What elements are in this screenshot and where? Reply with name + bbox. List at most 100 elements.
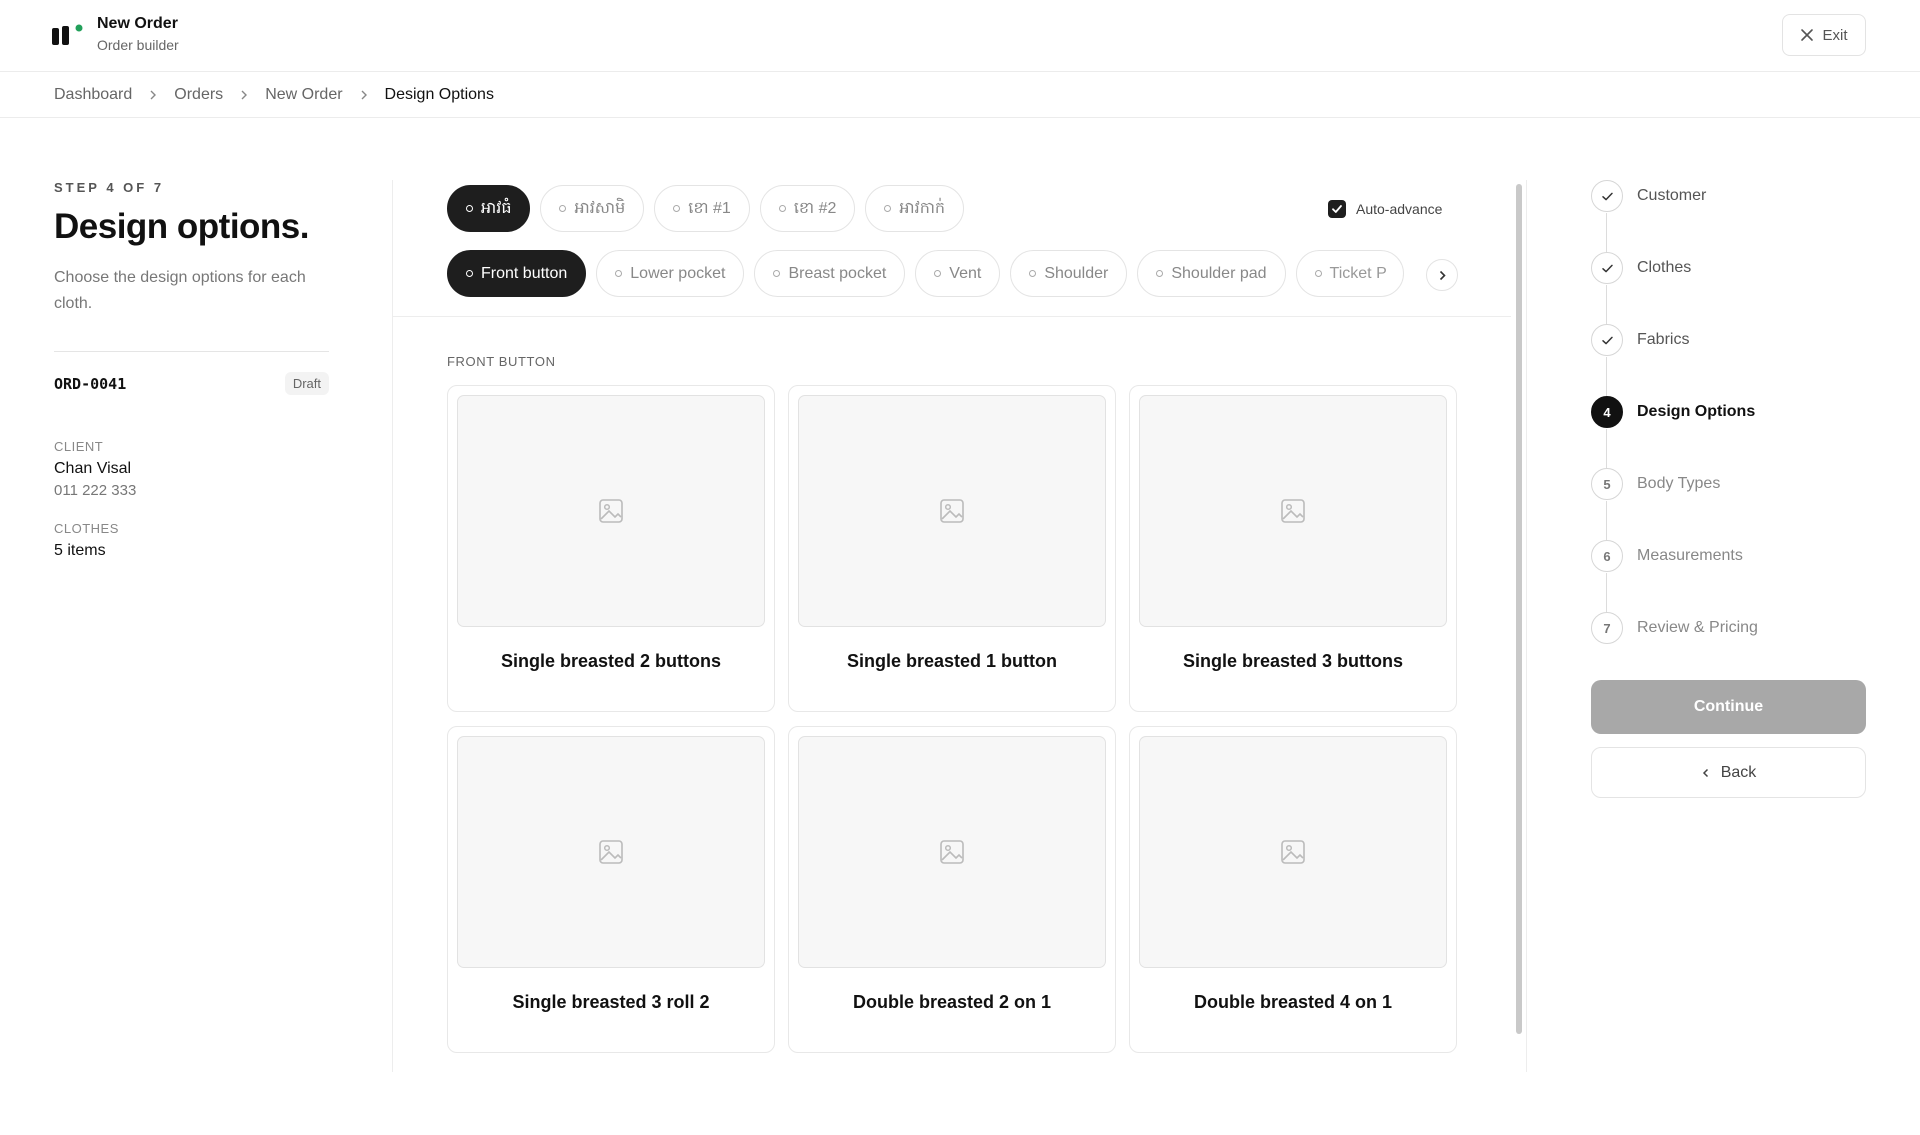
- cloth-tab[interactable]: អាវធំ: [447, 185, 531, 232]
- image-icon: [599, 499, 623, 523]
- step-connector: [1606, 357, 1607, 396]
- exit-button[interactable]: Exit: [1782, 14, 1866, 56]
- cloth-tab-label: អាវសាមិ: [574, 199, 626, 217]
- image-icon: [599, 840, 623, 864]
- auto-advance-toggle[interactable]: Auto-advance: [1328, 200, 1442, 218]
- back-label: Back: [1720, 763, 1757, 781]
- image-icon: [940, 840, 964, 864]
- option-tab-shoulder-pad[interactable]: Shoulder pad: [1137, 250, 1286, 297]
- auto-advance-label: Auto-advance: [1356, 201, 1443, 217]
- check-icon: [1591, 252, 1623, 284]
- option-label: Single breasted 2 buttons: [500, 651, 722, 671]
- step-fabrics[interactable]: Fabrics: [1591, 324, 1758, 396]
- checkbox-checked-icon[interactable]: [1328, 200, 1346, 218]
- radio-dot-icon: [673, 205, 681, 212]
- client-name: Chan Visal: [54, 460, 132, 477]
- breadcrumb-new-order[interactable]: New Order: [265, 86, 342, 104]
- cloth-tab-label: អាវកាក់: [899, 199, 946, 217]
- scrollbar-thumb[interactable]: [1516, 184, 1522, 1034]
- radio-dot-icon: [466, 205, 473, 212]
- panel-divider: [1526, 180, 1527, 1072]
- radio-dot-icon: [615, 270, 623, 277]
- option-card[interactable]: Single breasted 1 button: [788, 385, 1116, 712]
- chevron-left-icon: [1702, 768, 1708, 777]
- cloth-tab[interactable]: អាវកាក់: [865, 185, 965, 232]
- option-tab-shoulder[interactable]: Shoulder: [1010, 250, 1128, 297]
- design-option-grid: Single breasted 2 buttons Single breaste…: [447, 385, 1457, 1053]
- step-label: Customer: [1637, 187, 1707, 204]
- scroll-tabs-right-button[interactable]: [1426, 259, 1458, 291]
- step-number: 5: [1591, 468, 1623, 500]
- section-title: FRONT BUTTON: [447, 354, 556, 369]
- divider: [393, 316, 1511, 317]
- option-card[interactable]: Double breasted 2 on 1: [788, 726, 1116, 1053]
- step-design-options[interactable]: 4 Design Options: [1591, 396, 1758, 468]
- step-customer[interactable]: Customer: [1591, 180, 1758, 252]
- radio-dot-icon: [1314, 270, 1322, 277]
- cloth-tab[interactable]: ខោ #2: [759, 185, 856, 232]
- page-description: Choose the design options for each cloth…: [54, 269, 306, 312]
- option-card[interactable]: Double breasted 4 on 1: [1129, 726, 1457, 1053]
- breadcrumb-orders[interactable]: Orders: [174, 86, 223, 104]
- order-row: ORD-0041 Draft: [54, 372, 329, 395]
- step-label: Clothes: [1637, 259, 1692, 276]
- option-tab-label: Shoulder: [1044, 264, 1109, 282]
- order-id: ORD-0041: [54, 374, 127, 393]
- option-tab-label: Ticket P: [1329, 264, 1387, 282]
- option-tab-breast-pocket[interactable]: Breast pocket: [754, 250, 906, 297]
- option-tab-front-button[interactable]: Front button: [447, 250, 587, 297]
- radio-dot-icon: [559, 205, 567, 212]
- close-icon: [1801, 29, 1814, 41]
- option-label: Double breasted 4 on 1: [1193, 992, 1393, 1012]
- option-label: Double breasted 2 on 1: [852, 992, 1052, 1012]
- breadcrumb-dashboard[interactable]: Dashboard: [54, 86, 132, 104]
- option-label: Single breasted 3 buttons: [1182, 651, 1404, 671]
- step-body-types[interactable]: 5 Body Types: [1591, 468, 1758, 540]
- back-button[interactable]: Back: [1591, 747, 1866, 798]
- step-label: Design Options: [1637, 403, 1756, 420]
- image-icon: [1281, 499, 1305, 523]
- option-tab-label: Lower pocket: [630, 264, 726, 282]
- panel-divider: [392, 180, 393, 1072]
- step-label: Body Types: [1637, 475, 1721, 492]
- image-placeholder: [798, 736, 1106, 968]
- page-title: Design options.: [54, 207, 310, 246]
- step-measurements[interactable]: 6 Measurements: [1591, 540, 1758, 612]
- image-placeholder: [457, 736, 765, 968]
- cloth-tabs: អាវធំ អាវសាមិ ខោ #1 ខោ #2 អាវកាក់: [447, 185, 965, 232]
- option-tab-vent[interactable]: Vent: [915, 250, 1001, 297]
- radio-dot-icon: [778, 205, 786, 212]
- step-clothes[interactable]: Clothes: [1591, 252, 1758, 324]
- clothes-label: CLOTHES: [54, 521, 119, 536]
- option-card[interactable]: Single breasted 2 buttons: [447, 385, 775, 712]
- step-connector: [1606, 213, 1607, 252]
- step-number: 7: [1591, 612, 1623, 644]
- option-label: Single breasted 3 roll 2: [512, 992, 710, 1012]
- chevron-right-icon: [148, 90, 158, 100]
- image-placeholder: [798, 395, 1106, 627]
- cloth-tab[interactable]: ខោ #1: [654, 185, 750, 232]
- cloth-tab[interactable]: អាវសាមិ: [540, 185, 645, 232]
- step-connector: [1606, 429, 1607, 468]
- app-subtitle: Order builder: [97, 37, 179, 53]
- step-label: Fabrics: [1637, 331, 1690, 348]
- step-review-pricing[interactable]: 7 Review & Pricing: [1591, 612, 1758, 644]
- client-phone: 011 222 333: [54, 482, 137, 499]
- step-connector: [1606, 573, 1607, 612]
- clothes-count: 5 items: [54, 542, 106, 559]
- client-label: CLIENT: [54, 439, 104, 454]
- radio-dot-icon: [466, 270, 473, 277]
- step-connector: [1606, 285, 1607, 324]
- breadcrumb-current: Design Options: [384, 85, 494, 103]
- exit-label: Exit: [1822, 26, 1848, 44]
- brand-logo-icon: [52, 24, 83, 45]
- step-number: 4: [1591, 396, 1623, 428]
- continue-button[interactable]: Continue: [1591, 680, 1866, 734]
- option-tab-lower-pocket[interactable]: Lower pocket: [596, 250, 745, 297]
- chevron-right-icon: [1439, 270, 1446, 280]
- option-card[interactable]: Single breasted 3 buttons: [1129, 385, 1457, 712]
- option-card[interactable]: Single breasted 3 roll 2: [447, 726, 775, 1053]
- image-icon: [1281, 840, 1305, 864]
- option-tab-ticket-pocket[interactable]: Ticket P: [1295, 250, 1404, 297]
- check-icon: [1591, 180, 1623, 212]
